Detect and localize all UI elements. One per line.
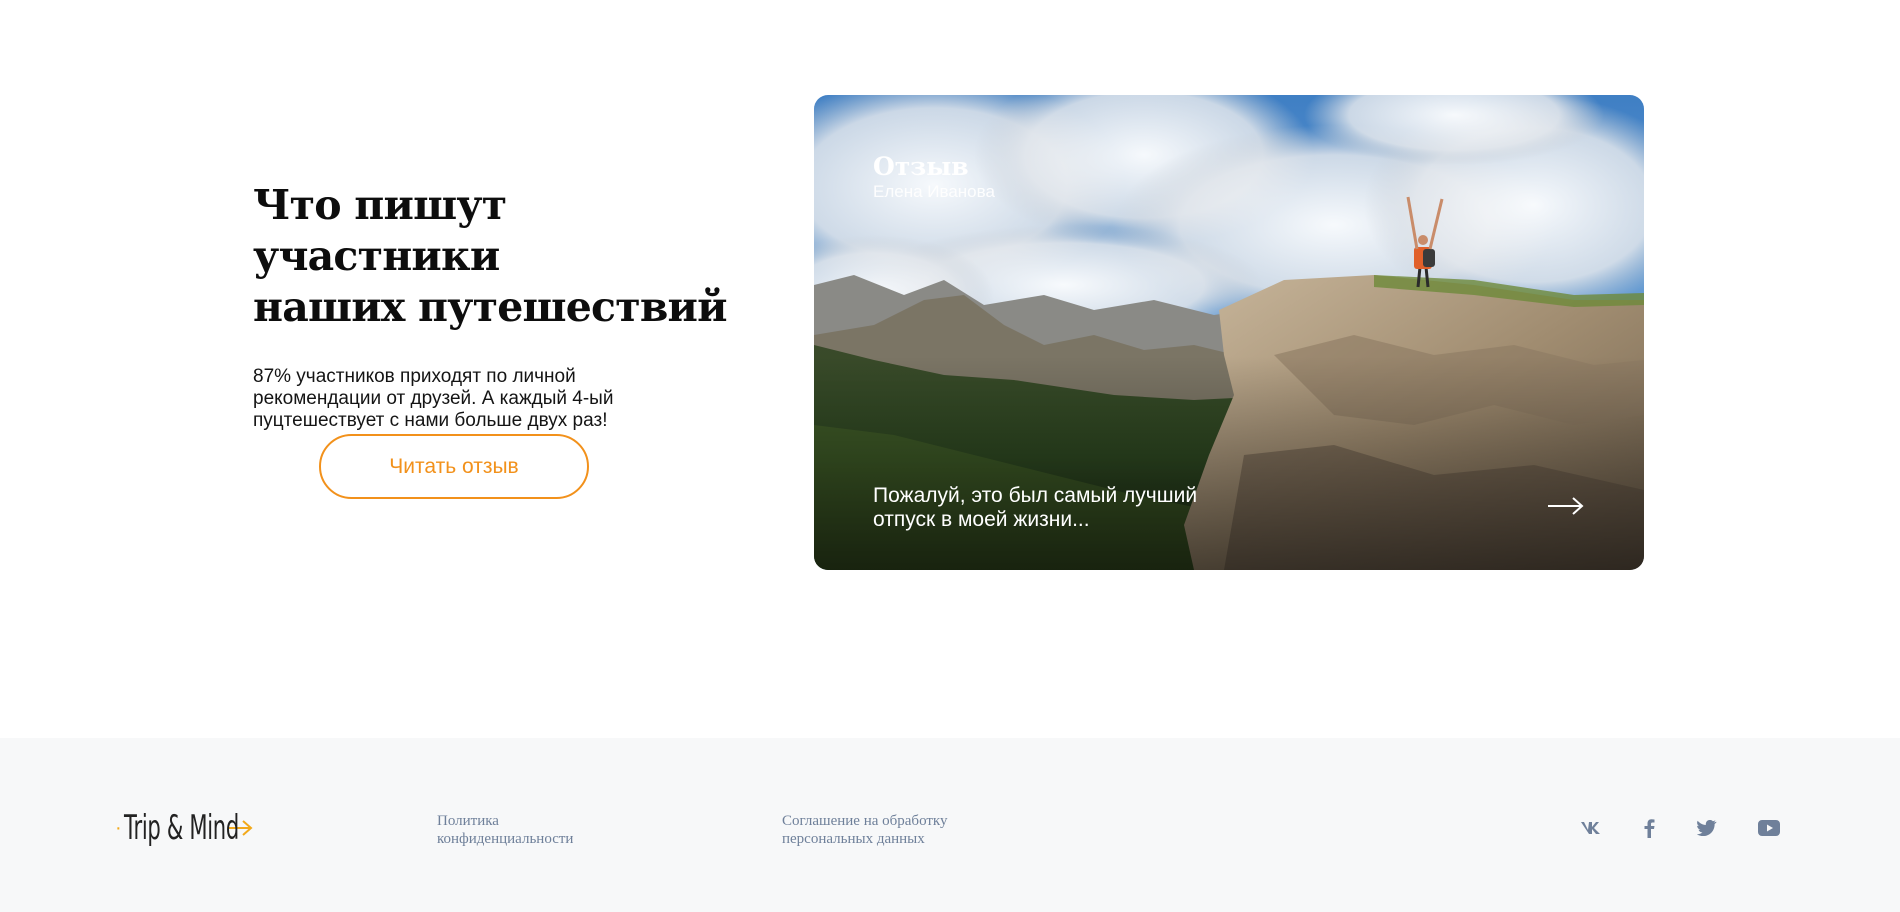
youtube-icon[interactable] [1756,815,1782,841]
logo-dot: · [115,816,122,839]
read-review-button[interactable]: Читать отзыв [319,434,589,499]
reviews-section: Что пишут участники наших путешествий 87… [0,0,1900,738]
arrow-right-icon[interactable] [1547,496,1585,516]
reviews-intro: Что пишут участники наших путешествий 87… [253,180,733,432]
vk-icon[interactable] [1578,815,1604,841]
logo-text: Trip & Mind [123,808,239,848]
review-quote: Пожалуй, это был самый лучший отпуск в м… [873,484,1198,531]
data-agreement-link[interactable]: Соглашение на обработку персональных дан… [782,812,982,848]
review-card-header: Отзыв Елена Иванова [873,152,995,202]
reviews-heading-line2: наших путешествий [253,283,728,331]
reviews-description: 87% участников приходят по личной рекоме… [253,366,614,431]
reviews-heading: Что пишут участники наших путешествий [253,180,733,333]
twitter-icon[interactable] [1694,815,1720,841]
site-logo[interactable]: · Trip & Mind [115,804,254,852]
footer: · Trip & Mind Политика конфиденциальност… [0,738,1900,912]
review-card[interactable]: Отзыв Елена Иванова Пожалуй, это был сам… [814,95,1644,570]
review-author: Елена Иванова [873,182,995,201]
reviews-heading-line1: Что пишут участники [253,181,507,280]
facebook-icon[interactable] [1636,815,1662,841]
review-card-title: Отзыв [873,152,969,181]
privacy-policy-link[interactable]: Политика конфиденциальности [437,812,607,848]
